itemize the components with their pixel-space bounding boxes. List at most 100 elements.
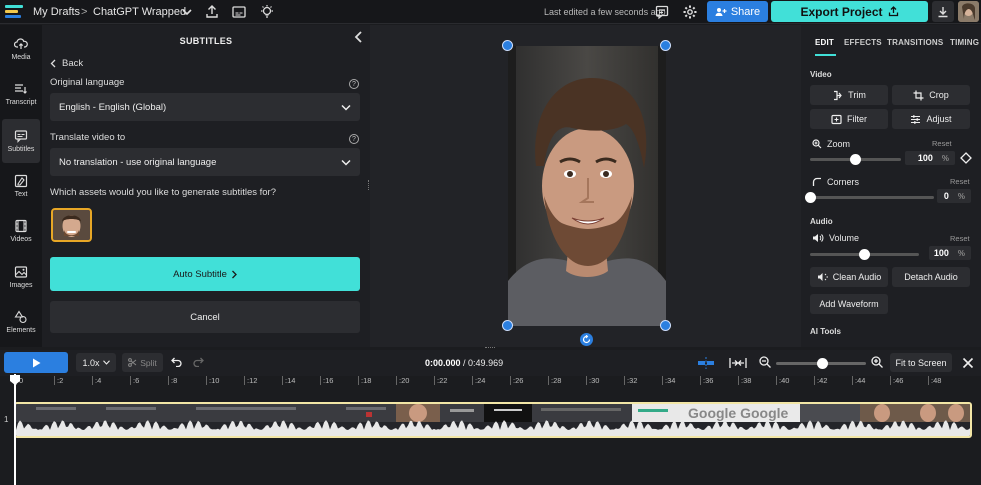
fit-to-screen-button[interactable]: Fit to Screen <box>890 353 952 372</box>
breadcrumb-my-drafts[interactable]: My Drafts <box>33 6 80 18</box>
resize-handle-top-right[interactable] <box>660 40 671 51</box>
share-button[interactable]: Share <box>707 1 768 22</box>
help-icon[interactable]: ? <box>349 134 359 144</box>
zoom-out-icon[interactable] <box>759 356 771 368</box>
filter-button[interactable]: Filter <box>810 109 888 129</box>
clean-audio-button[interactable]: Clean Audio <box>810 267 888 287</box>
original-language-label: Original language <box>50 77 125 88</box>
rotate-handle[interactable] <box>580 333 593 346</box>
detach-audio-button[interactable]: Detach Audio <box>892 267 970 287</box>
zoom-reset[interactable]: Reset <box>932 139 952 148</box>
download-button[interactable] <box>932 1 954 22</box>
back-button[interactable]: Back <box>50 58 83 69</box>
volume-reset[interactable]: Reset <box>950 234 970 243</box>
playhead[interactable] <box>14 374 16 485</box>
user-avatar[interactable] <box>958 1 979 22</box>
rail-item-media[interactable]: Media <box>0 27 42 71</box>
project-name[interactable]: ChatGPT Wrapped <box>93 6 186 18</box>
playback-speed-select[interactable]: 1.0x <box>76 353 116 372</box>
comment-icon[interactable] <box>654 4 670 20</box>
snap-to-edges-icon[interactable] <box>729 357 747 369</box>
timeline-ruler[interactable]: 0:2:4:6:8:10:12:14:16:18:20:22:24:26:28:… <box>0 376 981 390</box>
audio-section-title: Audio <box>810 217 833 226</box>
trim-button[interactable]: Trim <box>810 85 888 105</box>
fit-label: Fit to Screen <box>895 357 947 368</box>
rail-item-text[interactable]: Text <box>0 164 42 208</box>
rail-item-videos[interactable]: Videos <box>0 209 42 253</box>
zoom-slider-knob[interactable] <box>850 154 861 165</box>
ruler-tick: :36 <box>700 376 713 385</box>
add-waveform-label: Add Waveform <box>819 299 879 309</box>
split-clip-magnet-icon[interactable] <box>697 357 715 369</box>
last-edited-status: Last edited a few seconds ago <box>544 7 666 17</box>
corners-label: Corners <box>827 177 860 187</box>
corner-radius-icon <box>812 177 821 186</box>
volume-row-label: Volume <box>812 233 859 243</box>
adjust-button[interactable]: Adjust <box>892 109 970 129</box>
chevron-down-icon[interactable] <box>182 5 192 19</box>
translate-select[interactable]: No translation - use original language <box>50 148 360 176</box>
gear-icon[interactable] <box>682 4 698 20</box>
upload-icon[interactable] <box>204 4 220 20</box>
play-icon <box>32 358 40 367</box>
ruler-tick: :28 <box>548 376 561 385</box>
corners-reset[interactable]: Reset <box>950 177 970 186</box>
zoom-in-icon[interactable] <box>871 356 883 368</box>
kapwing-logo[interactable] <box>5 5 23 19</box>
zoom-slider[interactable] <box>810 154 901 165</box>
volume-slider[interactable] <box>810 249 919 260</box>
chevron-left-icon <box>50 59 56 68</box>
collapse-panel-icon[interactable] <box>352 30 366 44</box>
rail-item-subtitles[interactable]: Subtitles <box>2 119 40 163</box>
crop-label: Crop <box>929 90 949 100</box>
volume-slider-knob[interactable] <box>859 249 870 260</box>
corners-value-field[interactable]: 0 % <box>937 189 971 203</box>
volume-value-field[interactable]: 100 % <box>929 246 971 260</box>
cancel-button[interactable]: Cancel <box>50 301 360 333</box>
ruler-tick: :20 <box>396 376 409 385</box>
lightbulb-icon[interactable] <box>259 4 275 20</box>
tab-edit[interactable]: EDIT <box>815 38 834 47</box>
chevron-down-icon <box>102 360 110 365</box>
rail-item-transcript[interactable]: Transcript <box>0 72 42 116</box>
film-icon <box>15 219 27 233</box>
original-language-select[interactable]: English - English (Global) <box>50 93 360 121</box>
split-button[interactable]: Split <box>122 353 163 372</box>
subtitles-preview-icon[interactable] <box>231 4 247 20</box>
resize-handle-bottom-left[interactable] <box>502 320 513 331</box>
sliders-icon <box>911 114 921 124</box>
zoom-label: Zoom <box>827 139 851 149</box>
rail-item-images[interactable]: Images <box>0 255 42 299</box>
tab-timing[interactable]: TIMING <box>950 38 979 47</box>
tab-effects[interactable]: EFFECTS <box>844 38 882 47</box>
close-icon[interactable] <box>962 357 974 369</box>
add-waveform-button[interactable]: Add Waveform <box>810 294 888 314</box>
breadcrumb-separator: > <box>81 6 88 18</box>
subtitles-panel: SUBTITLES Back Original language ? Engli… <box>42 25 370 347</box>
timeline-zoom-slider[interactable] <box>776 358 866 369</box>
playhead-grip[interactable] <box>9 374 21 386</box>
play-button[interactable] <box>4 352 68 373</box>
undo-icon[interactable] <box>171 357 182 367</box>
timeline-empty-area[interactable] <box>0 438 981 485</box>
ruler-tick: :18 <box>358 376 371 385</box>
tab-transitions[interactable]: TRANSITIONS <box>887 38 943 47</box>
zoom-value-field[interactable]: 100 % <box>905 151 955 165</box>
total-time: / 0:49.969 <box>463 358 504 368</box>
resize-handle-bottom-right[interactable] <box>660 320 671 331</box>
corners-slider-knob[interactable] <box>804 192 816 203</box>
redo-icon[interactable] <box>193 357 204 367</box>
video-frame[interactable] <box>508 46 666 326</box>
keyframe-diamond-icon[interactable] <box>960 152 972 164</box>
help-icon[interactable]: ? <box>349 79 359 89</box>
rail-label-videos: Videos <box>10 236 32 243</box>
rail-item-elements[interactable]: Elements <box>0 300 42 344</box>
corners-slider[interactable] <box>804 192 934 203</box>
video-clip-track[interactable]: Google Google <box>14 402 972 438</box>
crop-button[interactable]: Crop <box>892 85 970 105</box>
timeline-zoom-knob[interactable] <box>817 358 829 369</box>
asset-thumbnail[interactable] <box>51 208 92 242</box>
export-project-button[interactable]: Export Project <box>771 1 928 22</box>
resize-handle-top-left[interactable] <box>502 40 513 51</box>
auto-subtitle-button[interactable]: Auto Subtitle <box>50 257 360 291</box>
